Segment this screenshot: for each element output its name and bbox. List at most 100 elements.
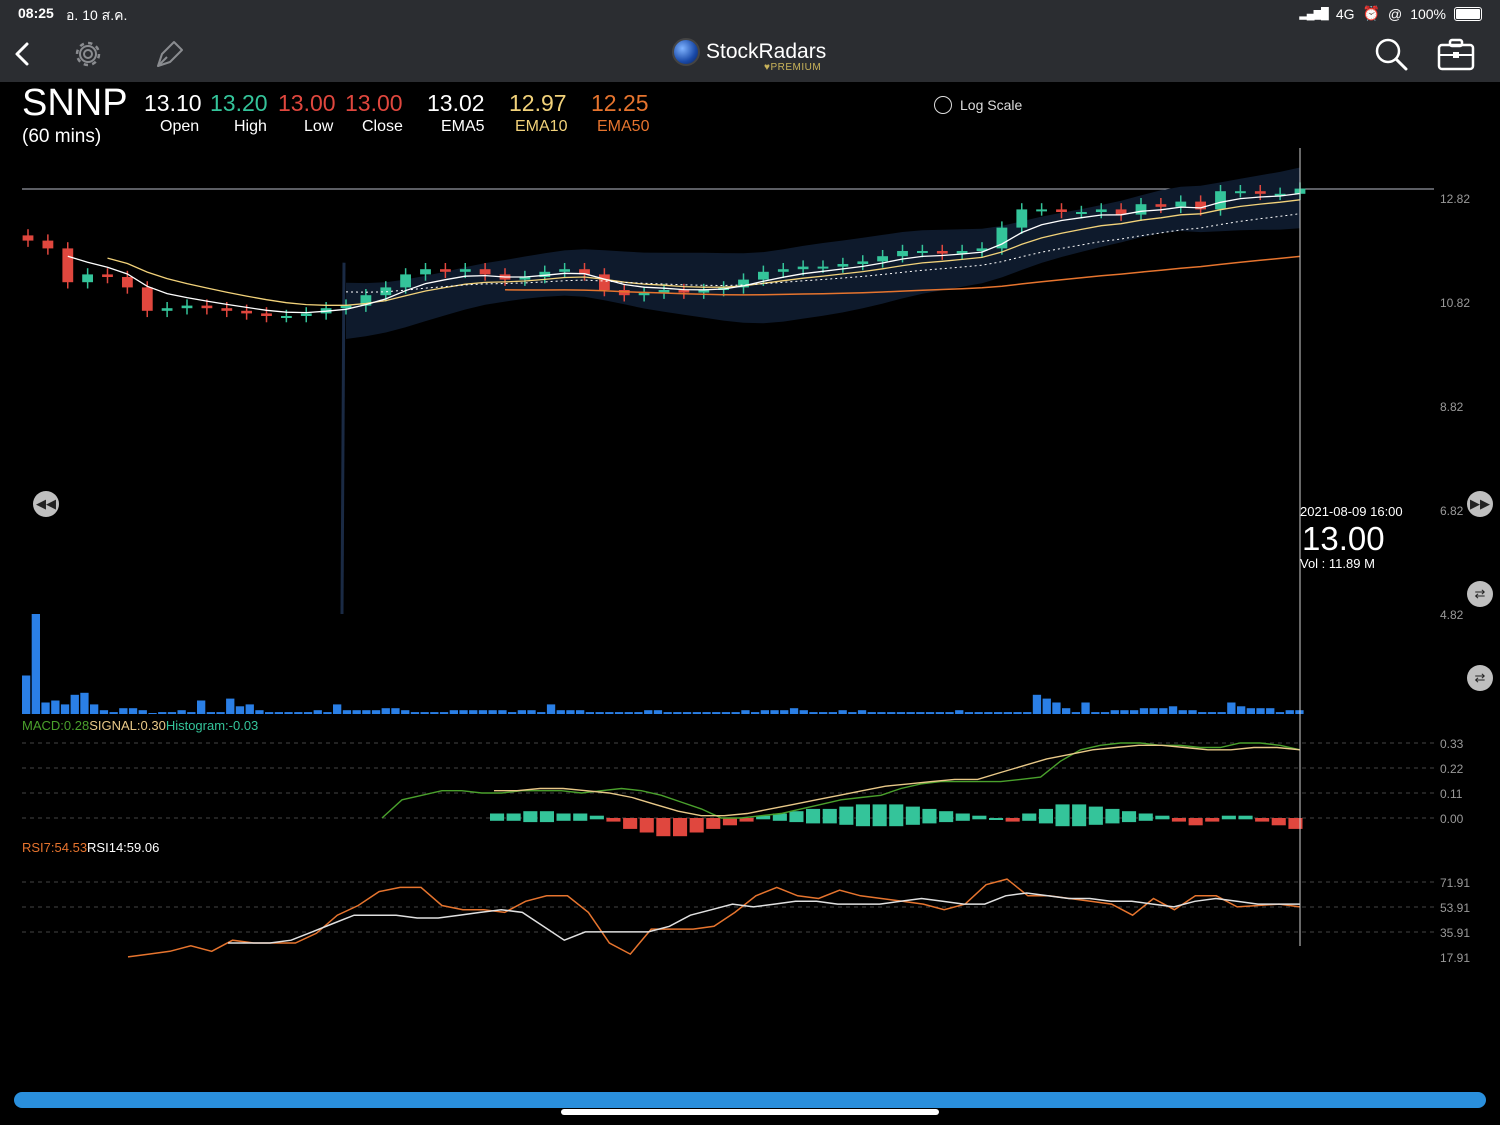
rsi7-value: RSI7:54.53 (22, 840, 88, 855)
volume-bar (401, 710, 410, 714)
sync-indicator-button[interactable]: ⇄ (1467, 665, 1493, 691)
volume-bar (274, 712, 283, 714)
volume-bar (721, 712, 731, 714)
macd-histogram-bar (1188, 818, 1203, 826)
candle-body (857, 261, 869, 264)
macd-histogram-bar (689, 818, 704, 833)
volume-bar (22, 675, 31, 714)
candle-body (22, 235, 34, 241)
volume-bar (838, 710, 847, 714)
volume-bar (352, 710, 361, 714)
crosshair-price: 13.00 (1302, 520, 1385, 557)
candle-body (122, 277, 133, 288)
macd-histogram-bar (639, 818, 654, 833)
candle-body (1235, 191, 1246, 194)
volume-bar (945, 712, 954, 714)
candle-body (1016, 209, 1028, 228)
volume-bar (1120, 710, 1129, 714)
fast-forward-icon: ▶▶ (1470, 496, 1490, 511)
macd-histogram-bar (1055, 804, 1070, 827)
volume-bar (1237, 706, 1246, 714)
candle-body (479, 269, 491, 275)
volume-bar (430, 712, 439, 714)
macd-histogram-bar (673, 818, 688, 837)
volume-bar (1188, 710, 1197, 714)
macd-histogram-bar (872, 804, 887, 827)
volume-bar (1246, 708, 1255, 714)
volume-bar (128, 708, 138, 714)
candle-body (678, 290, 690, 293)
stock-chart[interactable] (0, 0, 1500, 1125)
candle-body (1076, 212, 1087, 214)
macd-panel (22, 742, 1434, 837)
volume-bar (974, 712, 983, 714)
bollinger-band (340, 167, 1300, 615)
macd-axis-label: 0.22 (1440, 762, 1464, 776)
price-axis-label: 4.82 (1440, 608, 1464, 622)
volume-bar (255, 710, 264, 714)
rsi14-value: RSI14:59.06 (87, 840, 160, 855)
volume-bar (1042, 698, 1051, 714)
volume-bar (342, 710, 352, 714)
volume-bar (313, 710, 322, 714)
volume-bar (439, 712, 449, 714)
macd-axis-label: 0.11 (1440, 787, 1463, 801)
rsi-panel (22, 878, 1434, 958)
volume-bar (585, 712, 594, 714)
macd-histogram-bar (1072, 804, 1087, 827)
macd-histogram-bar (539, 811, 554, 823)
price-axis-label: 6.82 (1440, 504, 1464, 518)
volume-bar (1178, 710, 1187, 714)
volume-bar (1149, 708, 1158, 714)
candle-body (599, 274, 610, 290)
volume-bar (1110, 710, 1119, 714)
macd-histogram-bar (722, 818, 737, 826)
candle-body (1215, 191, 1226, 210)
candle-body (1135, 204, 1147, 215)
macd-value: MACD:0.28 (22, 718, 90, 733)
volume-bar (371, 710, 381, 714)
crosshair-date: 2021-08-09 16:00 (1300, 504, 1403, 519)
volume-bar (663, 712, 672, 714)
candle-body (1095, 209, 1107, 212)
volume-bar (1285, 710, 1294, 714)
volume-bar (1100, 712, 1110, 714)
volume-bar (848, 712, 857, 714)
histogram-value: Histogram:-0.03 (165, 718, 259, 733)
candle-body (459, 269, 471, 272)
volume-bar (245, 704, 254, 714)
rsi14-line (228, 892, 1300, 944)
volume-bar (303, 712, 313, 714)
macd-histogram-bar (806, 808, 821, 824)
rewind-button[interactable]: ◀◀ (33, 491, 59, 517)
candle-body (42, 240, 54, 249)
fast-forward-button[interactable]: ▶▶ (1467, 491, 1493, 517)
macd-histogram-bar (606, 818, 621, 822)
candle-body (141, 287, 153, 311)
volume-bar (517, 710, 526, 714)
macd-histogram-bar (656, 818, 671, 837)
volume-bar (1130, 710, 1139, 714)
macd-histogram-bar (1038, 808, 1053, 824)
volume-bar (1071, 712, 1080, 714)
macd-histogram-bar (1155, 815, 1170, 820)
volume-bar (381, 708, 390, 714)
macd-legend: MACD:0.28SIGNAL:0.30Histogram:-0.03 (22, 718, 258, 733)
macd-histogram-bar (789, 811, 804, 823)
volume-bar (226, 698, 235, 714)
macd-histogram-bar (889, 804, 904, 827)
volume-bar (614, 712, 624, 714)
macd-histogram-bar (822, 808, 837, 824)
crosshair-volume: Vol : 11.89 M (1300, 556, 1375, 571)
rsi7-line (127, 878, 1301, 958)
macd-histogram-bar (905, 806, 920, 825)
volume-bar (1256, 708, 1265, 714)
sync-button[interactable]: ⇄ (1467, 581, 1493, 607)
candle-body (777, 269, 789, 272)
volume-bar (994, 712, 1003, 714)
volume-bar (323, 712, 332, 714)
volume-bar (294, 712, 303, 714)
volume-bar (682, 712, 692, 714)
volume-bar (158, 712, 167, 714)
chart-scrollbar[interactable] (14, 1092, 1486, 1108)
